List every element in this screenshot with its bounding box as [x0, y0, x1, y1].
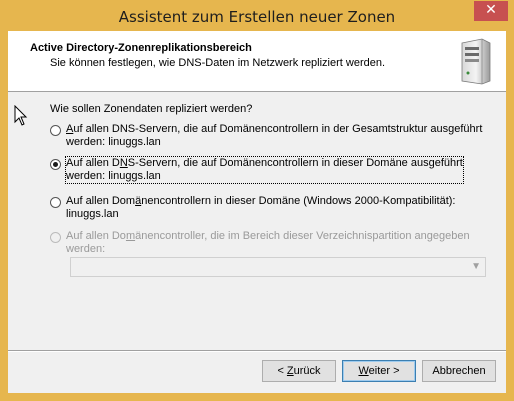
- close-icon: ✕: [485, 2, 497, 18]
- window-title: Assistent zum Erstellen neuer Zonen: [118, 8, 396, 26]
- option-forest-dns-servers[interactable]: Auf allen DNS-Servern, die auf Domänenco…: [50, 123, 490, 151]
- wizard-client-area: Active Directory-Zonenreplikationsbereic…: [8, 31, 506, 393]
- next-button[interactable]: Weiter >: [342, 360, 416, 382]
- wizard-header: Active Directory-Zonenreplikationsbereic…: [8, 31, 506, 92]
- radio-domain-dns-servers[interactable]: [50, 159, 61, 170]
- directory-partition-select: ▼: [70, 257, 486, 277]
- chevron-down-icon: ▼: [471, 261, 481, 272]
- page-subtitle: Sie können festlegen, wie DNS-Daten im N…: [50, 57, 386, 69]
- radio-directory-partition: [50, 232, 61, 243]
- page-title: Active Directory-Zonenreplikationsbereic…: [30, 42, 252, 54]
- back-button[interactable]: < Zurück: [262, 360, 336, 382]
- option-domain-controllers-w2k[interactable]: Auf allen Domänencontrollern in dieser D…: [50, 195, 490, 223]
- close-button[interactable]: ✕: [474, 1, 508, 21]
- radio-forest-dns-servers[interactable]: [50, 125, 61, 136]
- server-icon: [461, 38, 491, 85]
- option-label: Auf allen Domänencontroller, die im Bere…: [66, 230, 470, 255]
- wizard-window: Assistent zum Erstellen neuer Zonen ✕ Ac…: [0, 0, 514, 401]
- mouse-pointer-icon: [14, 105, 28, 126]
- option-domain-dns-servers[interactable]: Auf allen DNS-Servern, die auf Domänenco…: [50, 156, 490, 185]
- option-label: Auf allen DNS-Servern, die auf Domänenco…: [66, 123, 483, 148]
- title-bar[interactable]: Assistent zum Erstellen neuer Zonen ✕: [0, 0, 514, 32]
- option-directory-partition: Auf allen Domänencontroller, die im Bere…: [50, 230, 490, 258]
- radio-domain-controllers-w2k[interactable]: [50, 197, 61, 208]
- radio-selected-dot: [53, 162, 58, 167]
- button-divider: [8, 350, 506, 352]
- option-label: Auf allen Domänencontrollern in dieser D…: [66, 195, 456, 220]
- cancel-button[interactable]: Abbrechen: [422, 360, 496, 382]
- option-label: Auf allen DNS-Servern, die auf Domänenco…: [65, 156, 464, 184]
- replication-question: Wie sollen Zonendaten repliziert werden?: [50, 103, 253, 115]
